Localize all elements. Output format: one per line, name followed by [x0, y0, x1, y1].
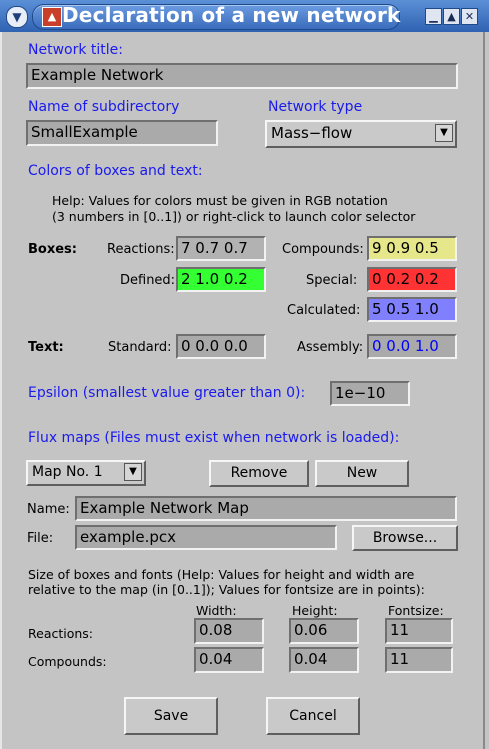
- fontsize-column-header: Fontsize:: [388, 603, 444, 618]
- app-logo-icon: ▲: [42, 7, 62, 27]
- subdirectory-label: Name of subdirectory: [28, 99, 180, 115]
- reactions-width-input[interactable]: 0.08: [194, 618, 264, 644]
- reactions-size-label: Reactions:: [28, 626, 94, 641]
- map-file-label: File:: [27, 531, 54, 546]
- map-name-input[interactable]: Example Network Map: [75, 496, 457, 521]
- save-button[interactable]: Save: [124, 697, 218, 735]
- standard-color-input[interactable]: 0 0.0 0.0: [176, 334, 266, 359]
- map-select-value: Map No. 1: [32, 464, 103, 480]
- window-menu-chevron-down-icon[interactable]: ▼: [6, 6, 28, 28]
- chevron-down-icon[interactable]: ▼: [435, 124, 453, 142]
- calculated-color-input[interactable]: 5 0.5 1.0: [367, 297, 457, 322]
- map-file-input[interactable]: example.pcx: [75, 525, 337, 550]
- compounds-color-label: Compounds:: [282, 242, 364, 257]
- colors-help-line1: Help: Values for colors must be given in…: [52, 193, 388, 208]
- compounds-width-input[interactable]: 0.04: [194, 647, 264, 673]
- network-title-label: Network title:: [28, 42, 123, 58]
- standard-color-label: Standard:: [108, 340, 172, 355]
- cancel-button[interactable]: Cancel: [266, 697, 360, 735]
- reactions-fontsize-input[interactable]: 11: [385, 618, 453, 644]
- map-select[interactable]: Map No. 1 ▼: [26, 460, 146, 486]
- colors-help-line2: (3 numbers in [0..1]) or right-click to …: [52, 209, 416, 224]
- network-type-label: Network type: [268, 99, 363, 115]
- colors-heading: Colors of boxes and text:: [28, 163, 203, 179]
- assembly-color-label: Assembly:: [297, 340, 364, 355]
- remove-map-button[interactable]: Remove: [209, 460, 309, 487]
- sizes-help-line2: relative to the map (in [0..1]); Values …: [28, 582, 425, 597]
- reactions-color-input[interactable]: 7 0.7 0.7: [176, 236, 266, 261]
- epsilon-input[interactable]: 1e−10: [330, 381, 410, 406]
- browse-button[interactable]: Browse...: [352, 525, 458, 551]
- special-color-label: Special:: [306, 273, 358, 288]
- window-title: Declaration of a new network: [62, 3, 401, 27]
- text-label: Text:: [28, 340, 64, 355]
- new-map-button[interactable]: New: [315, 460, 409, 487]
- sizes-help-line1: Size of boxes and fonts (Help: Values fo…: [28, 567, 415, 582]
- width-column-header: Width:: [196, 603, 237, 618]
- minimize-icon[interactable]: ▁: [425, 8, 442, 25]
- compounds-color-input[interactable]: 9 0.9 0.5: [367, 236, 457, 261]
- boxes-label: Boxes:: [28, 242, 77, 257]
- maximize-icon[interactable]: ▲: [443, 8, 460, 25]
- reactions-height-input[interactable]: 0.06: [289, 618, 359, 644]
- defined-color-label: Defined:: [120, 273, 176, 288]
- flux-maps-heading: Flux maps (Files must exist when network…: [28, 430, 400, 446]
- reactions-color-label: Reactions:: [107, 242, 175, 257]
- compounds-fontsize-input[interactable]: 11: [385, 647, 453, 673]
- compounds-height-input[interactable]: 0.04: [289, 647, 359, 673]
- calculated-color-label: Calculated:: [287, 303, 361, 318]
- subdirectory-input[interactable]: SmallExample: [26, 120, 218, 146]
- assembly-color-input[interactable]: 0 0.0 1.0: [367, 334, 457, 359]
- network-type-value: Mass−flow: [271, 124, 353, 142]
- map-name-label: Name:: [27, 502, 70, 517]
- special-color-input[interactable]: 0 0.2 0.2: [367, 267, 457, 292]
- defined-color-input[interactable]: 2 1.0 0.2: [176, 267, 266, 292]
- height-column-header: Height:: [292, 603, 338, 618]
- epsilon-label: Epsilon (smallest value greater than 0):: [28, 385, 306, 401]
- compounds-size-label: Compounds:: [28, 654, 107, 669]
- close-icon[interactable]: ✕: [461, 8, 478, 25]
- title-bar: ▼ ▲ Declaration of a new network ▁ ▲ ✕: [0, 0, 489, 32]
- network-type-select[interactable]: Mass−flow ▼: [265, 120, 457, 148]
- chevron-down-icon[interactable]: ▼: [124, 463, 142, 481]
- network-title-input[interactable]: Example Network: [26, 63, 458, 89]
